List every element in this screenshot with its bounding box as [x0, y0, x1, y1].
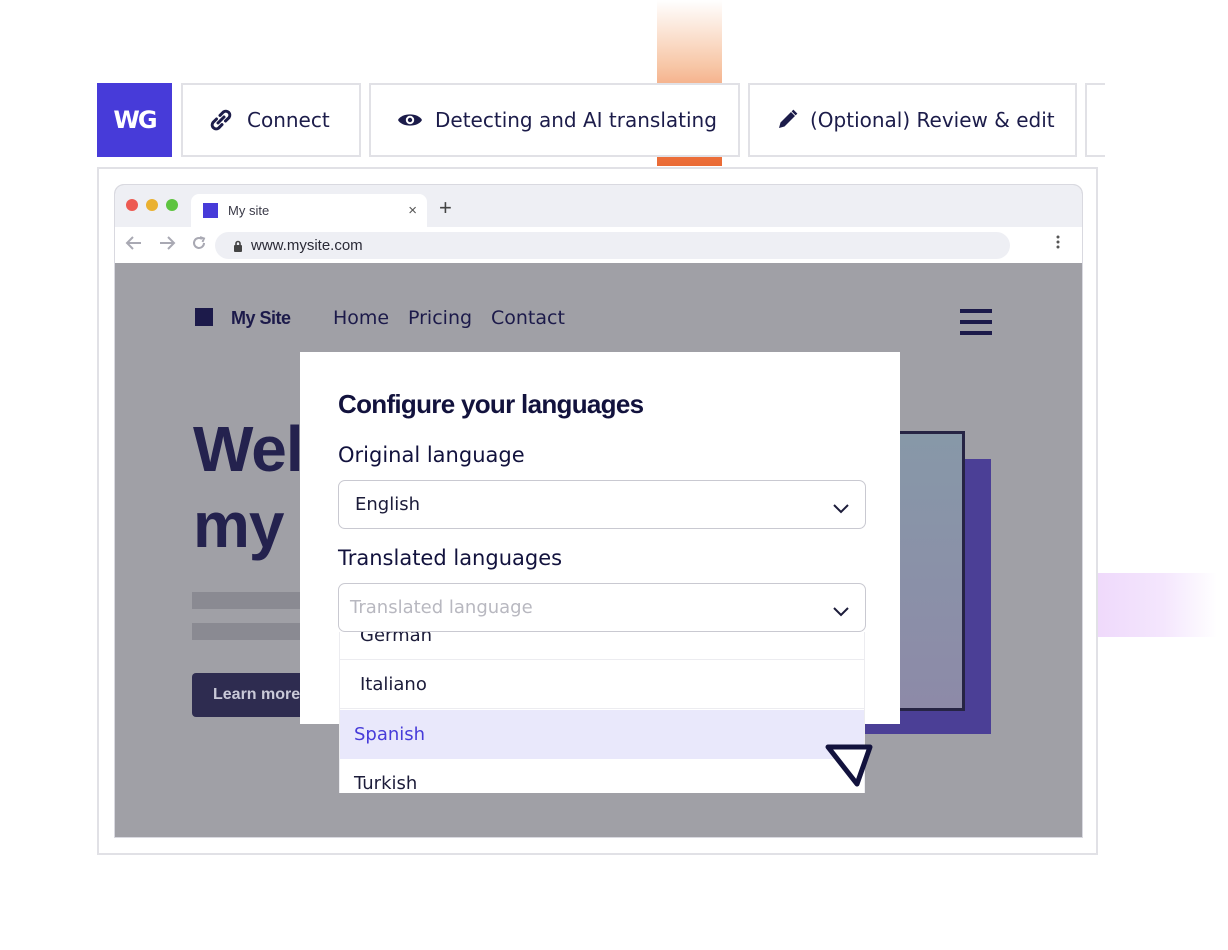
original-language-select[interactable]: English: [338, 480, 866, 529]
window-close-dot[interactable]: [126, 199, 138, 211]
step-connect[interactable]: Connect: [181, 83, 361, 157]
favicon-icon: [203, 203, 218, 218]
original-language-label: Original language: [338, 443, 525, 467]
site-logo-icon: [195, 308, 213, 326]
step-label: Detecting and AI translating: [435, 108, 717, 132]
chevron-down-icon: [833, 498, 849, 519]
translated-languages-label: Translated languages: [338, 546, 563, 570]
language-option-turkish[interactable]: Turkish: [340, 759, 864, 793]
decorative-purple-gradient: [1097, 573, 1217, 637]
address-bar: www.mysite.com: [115, 227, 1082, 263]
language-dropdown-list: German Italiano Spanish Turkish: [339, 632, 865, 793]
step-label: Connect: [247, 108, 330, 132]
lock-icon: [233, 240, 243, 252]
step-next-partial[interactable]: [1085, 83, 1105, 157]
chevron-down-icon: [833, 601, 849, 622]
step-detecting-translating[interactable]: Detecting and AI translating: [369, 83, 740, 157]
language-option-german[interactable]: German: [340, 632, 864, 660]
url-text: www.mysite.com: [251, 237, 363, 254]
original-language-value: English: [355, 494, 420, 515]
logo-text: WG: [113, 106, 157, 134]
browser-tab-bar: My site × +: [115, 185, 1082, 227]
translated-language-placeholder: Translated language: [350, 597, 533, 618]
eye-icon: [397, 111, 423, 129]
tab-title: My site: [228, 203, 270, 218]
hamburger-menu-icon[interactable]: [960, 309, 992, 335]
modal-title: Configure your languages: [338, 389, 644, 419]
pencil-icon: [776, 109, 798, 131]
reload-icon[interactable]: [191, 235, 207, 256]
translated-language-select[interactable]: Translated language: [338, 583, 866, 632]
tab-close-icon[interactable]: ×: [408, 202, 417, 219]
step-label: (Optional) Review & edit: [810, 108, 1055, 132]
window-minimize-dot[interactable]: [146, 199, 158, 211]
link-icon: [207, 108, 235, 132]
step-review-edit[interactable]: (Optional) Review & edit: [748, 83, 1077, 157]
language-option-spanish[interactable]: Spanish: [340, 710, 864, 759]
learn-more-label: Learn more: [213, 686, 301, 703]
browser-menu-icon[interactable]: [1056, 235, 1060, 254]
mouse-pointer-icon: [823, 742, 877, 795]
site-nav-pricing[interactable]: Pricing: [408, 307, 472, 329]
url-field[interactable]: www.mysite.com: [215, 232, 1010, 259]
language-option-italiano[interactable]: Italiano: [340, 660, 864, 709]
browser-tab[interactable]: My site ×: [191, 194, 427, 227]
site-nav-home[interactable]: Home: [333, 307, 389, 329]
forward-arrow-icon[interactable]: [158, 235, 176, 256]
window-maximize-dot[interactable]: [166, 199, 178, 211]
site-name: My Site: [231, 308, 291, 328]
weglot-logo: WG: [97, 83, 172, 157]
back-arrow-icon[interactable]: [125, 235, 143, 256]
site-nav-contact[interactable]: Contact: [491, 307, 565, 329]
new-tab-button[interactable]: +: [439, 195, 452, 221]
